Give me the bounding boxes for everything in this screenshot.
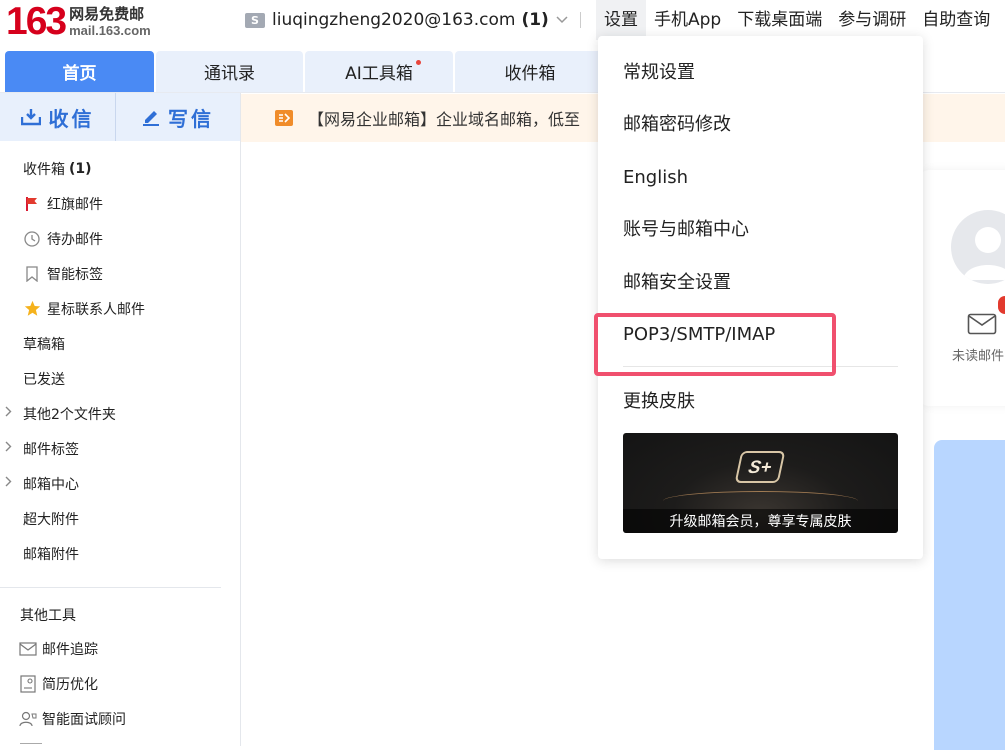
folder-large-attachments-label: 超大附件 [23,511,79,528]
tool-mail-tracking[interactable]: 邮件追踪 [18,638,98,660]
caret-right-icon [5,406,12,420]
tab-ai-toolbox[interactable]: AI工具箱 [305,51,453,92]
nav-self-service[interactable]: 自助查询 [914,0,998,40]
receive-button[interactable]: 收信 [0,93,115,141]
receive-label: 收信 [48,106,95,131]
tool-resume-optimize-label: 简历优化 [42,677,98,693]
folder-red-flag-label: 红旗邮件 [47,196,103,213]
folder-red-flag[interactable]: 红旗邮件 [0,186,240,221]
account-badge-icon: S [245,12,265,28]
folder-mail-attachments-label: 邮箱附件 [23,546,79,563]
sidebar: 收信 写信 收件箱 (1) 红旗邮件 待办邮件 智能标签 星标联系人邮件 草稿箱 [0,93,241,746]
tool-interview-advisor[interactable]: 智能面试顾问 [18,708,126,730]
folder-smart-tags-label: 智能标签 [47,266,103,283]
write-button[interactable]: 写信 [115,93,240,141]
interview-icon [18,709,38,729]
resume-icon [18,674,38,694]
logo-number: 163 [6,0,67,43]
profile-card [919,170,1005,406]
clock-icon [23,230,41,248]
folder-mail-tags-label: 邮件标签 [23,441,79,458]
logo-domain-text: mail.163.com [69,23,151,38]
folder-inbox-label: 收件箱 [23,161,65,178]
folder-other-folders[interactable]: 其他2个文件夹 [0,396,240,431]
star-icon [23,300,41,318]
tab-inbox-label: 收件箱 [504,64,556,84]
envelope-icon [967,313,997,335]
tool-interview-advisor-label: 智能面试顾问 [42,712,126,728]
caret-right-icon [5,476,12,490]
promo-panel [934,440,1005,750]
inbox-download-icon [20,109,41,126]
unread-mail-label[interactable]: 未读邮件 [952,345,1004,364]
chevron-down-icon [556,13,568,27]
folder-other-folders-label: 其他2个文件夹 [23,406,116,423]
menu-english[interactable]: English [623,167,688,189]
folder-mail-center-label: 邮箱中心 [23,476,79,493]
folder-drafts-label: 草稿箱 [23,336,65,353]
skin-banner-caption: 升级邮箱会员，尊享专属皮肤 [623,509,898,533]
nav-settings[interactable]: 设置 [596,0,646,40]
menu-pop3-smtp-imap[interactable]: POP3/SMTP/IMAP [623,324,775,346]
notice-text: 【网易企业邮箱】企业域名邮箱，低至 [308,110,581,129]
tab-inbox[interactable]: 收件箱 [455,51,605,92]
folder-inbox[interactable]: 收件箱 (1) [0,151,240,186]
folder-list: 收件箱 (1) 红旗邮件 待办邮件 智能标签 星标联系人邮件 草稿箱 已发送 其… [0,151,240,571]
account-email: liuqingzheng2020@163.com [272,10,516,30]
caret-right-icon [5,441,12,455]
header-nav: 设置 手机App 下载桌面端 参与调研 自助查询 [596,0,998,40]
tab-ai-toolbox-label: AI工具箱 [345,64,413,84]
settings-dropdown: 常规设置 邮箱密码修改 English 账号与邮箱中心 邮箱安全设置 POP3/… [598,36,923,559]
sidebar-bottom-edge [20,743,42,744]
enterprise-mail-icon [275,110,293,126]
folder-starred-contacts[interactable]: 星标联系人邮件 [0,291,240,326]
mail-track-icon [18,639,38,659]
tab-home[interactable]: 首页 [5,51,154,92]
menu-general-settings[interactable]: 常规设置 [623,62,695,84]
vip-logo-icon: S+ [734,451,786,483]
menu-security-settings[interactable]: 邮箱安全设置 [623,272,731,294]
header-divider [580,12,581,28]
folder-starred-contacts-label: 星标联系人邮件 [47,301,145,318]
folder-large-attachments[interactable]: 超大附件 [0,501,240,536]
skin-upgrade-banner[interactable]: S+ 升级邮箱会员，尊享专属皮肤 [623,433,898,533]
unread-count-badge [998,296,1005,314]
tab-contacts-label: 通讯录 [204,64,255,84]
sidebar-divider [0,587,221,588]
other-tools-title: 其他工具 [20,608,76,624]
folder-mail-tags[interactable]: 邮件标签 [0,431,240,466]
tool-resume-optimize[interactable]: 简历优化 [18,673,98,695]
logo-brand-text: 网易免费邮 [69,5,145,23]
folder-sent-label: 已发送 [23,371,65,388]
folder-mail-attachments[interactable]: 邮箱附件 [0,536,240,571]
folder-todo[interactable]: 待办邮件 [0,221,240,256]
nav-download-desktop[interactable]: 下载桌面端 [729,0,830,40]
nav-mobile-app[interactable]: 手机App [646,0,729,40]
tab-contacts[interactable]: 通讯录 [156,51,303,92]
nav-survey[interactable]: 参与调研 [830,0,914,40]
folder-smart-tags[interactable]: 智能标签 [0,256,240,291]
skin-glow-decoration [663,491,858,511]
menu-account-center[interactable]: 账号与邮箱中心 [623,219,749,241]
folder-sent[interactable]: 已发送 [0,361,240,396]
menu-change-password[interactable]: 邮箱密码修改 [623,114,731,136]
pen-icon [143,111,159,126]
folder-mail-center[interactable]: 邮箱中心 [0,466,240,501]
folder-drafts[interactable]: 草稿箱 [0,326,240,361]
menu-divider [623,366,898,367]
folder-inbox-count: (1) [69,160,92,177]
bookmark-icon [23,265,41,283]
compose-bar: 收信 写信 [0,93,240,141]
write-label: 写信 [168,106,214,131]
logo[interactable]: 163 网易免费邮 mail.163.com [6,2,151,42]
menu-change-skin[interactable]: 更换皮肤 [623,391,695,413]
red-flag-icon [23,195,41,213]
account-unread-count: (1) [521,10,549,30]
account-switcher[interactable]: S liuqingzheng2020@163.com (1) [245,8,568,32]
tool-mail-tracking-label: 邮件追踪 [42,642,98,658]
tab-home-label: 首页 [62,64,97,84]
new-dot-icon [416,60,421,65]
folder-todo-label: 待办邮件 [47,231,103,248]
